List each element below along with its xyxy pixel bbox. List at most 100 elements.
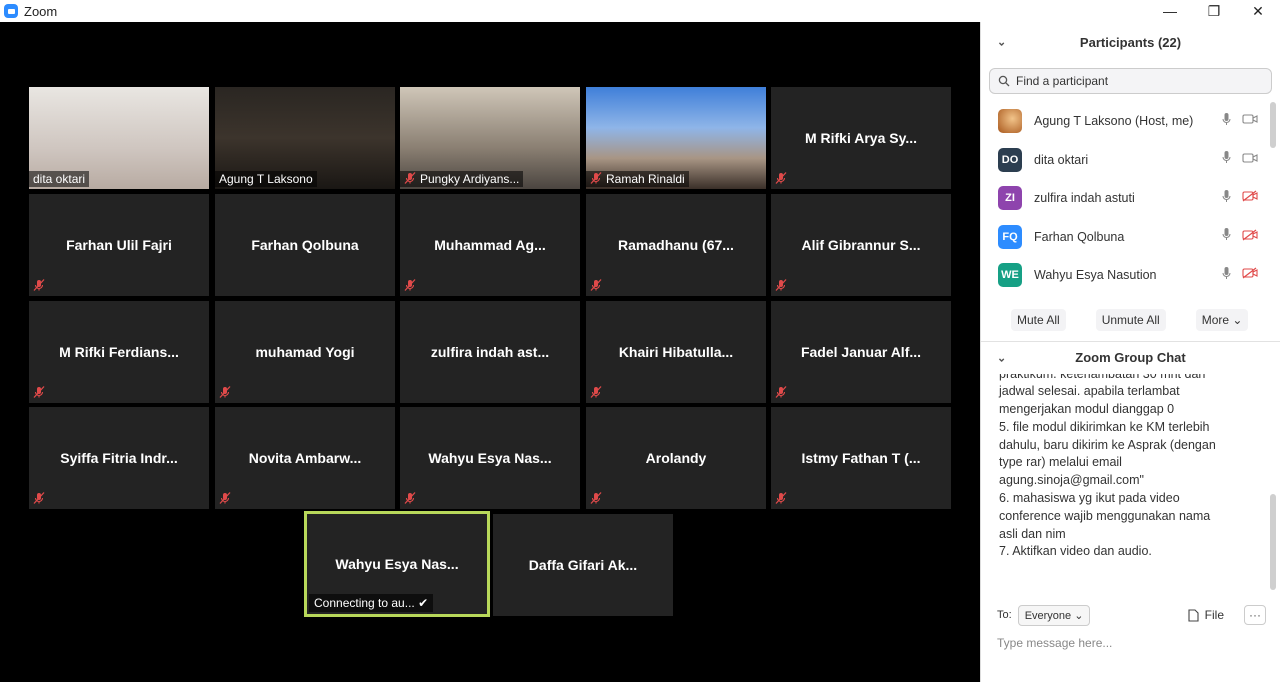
participant-tile[interactable]: Farhan Qolbuna bbox=[215, 194, 395, 296]
muted-mic-icon bbox=[774, 278, 788, 292]
restore-button[interactable]: ❐ bbox=[1192, 0, 1236, 22]
participant-tile[interactable]: M Rifki Arya Sy... bbox=[771, 87, 951, 189]
close-button[interactable]: ✕ bbox=[1236, 0, 1280, 22]
participant-row[interactable]: FQ Farhan Qolbuna bbox=[981, 218, 1280, 257]
participant-list: Agung T Laksono (Host, me) DO dita oktari Z… bbox=[981, 102, 1280, 295]
muted-mic-icon bbox=[774, 171, 788, 185]
participant-tile[interactable]: Alif Gibrannur S... bbox=[771, 194, 951, 296]
search-placeholder: Find a participant bbox=[1016, 74, 1109, 88]
chat-message-line: type rar) melalui email bbox=[999, 455, 1122, 470]
participant-name: Ramadhanu (67... bbox=[618, 237, 734, 253]
participant-scrollbar[interactable] bbox=[1270, 102, 1276, 148]
collapse-chevron-icon[interactable]: ⌄ bbox=[997, 36, 1006, 49]
participant-search-input[interactable]: Find a participant bbox=[989, 68, 1272, 94]
video-off-icon[interactable] bbox=[1242, 228, 1258, 246]
chat-message-line: 5. file modul dikirimkan ke KM terlebih bbox=[999, 419, 1210, 434]
participant-row[interactable]: Agung T Laksono (Host, me) bbox=[981, 102, 1280, 141]
minimize-button[interactable]: — bbox=[1148, 0, 1192, 22]
to-label: To: bbox=[997, 609, 1012, 621]
participant-status-icons bbox=[1221, 227, 1258, 246]
participant-tile[interactable]: Ramah Rinaldi bbox=[586, 87, 766, 189]
unmute-all-button[interactable]: Unmute All bbox=[1095, 308, 1166, 331]
mic-icon[interactable] bbox=[1221, 189, 1232, 208]
participants-title: Participants (22) bbox=[1079, 34, 1182, 50]
file-button[interactable]: File bbox=[1188, 608, 1224, 622]
participant-row[interactable]: WE Wahyu Esya Nasution bbox=[981, 256, 1280, 295]
connecting-status: Connecting to au... ✔ bbox=[309, 594, 434, 612]
more-button[interactable]: More ⌄ bbox=[1195, 308, 1249, 331]
chat-message-line: praktikum. keterlambatan 30 mnt dari bbox=[999, 373, 1206, 381]
participant-status-icons bbox=[1221, 189, 1258, 208]
participant-tile[interactable]: dita oktari bbox=[29, 87, 209, 189]
mic-icon[interactable] bbox=[1221, 150, 1232, 169]
avatar: WE bbox=[998, 263, 1022, 288]
video-off-icon[interactable] bbox=[1242, 189, 1258, 207]
participant-list-name: Agung T Laksono (Host, me) bbox=[1034, 114, 1194, 129]
participant-tile[interactable]: Arolandy bbox=[586, 407, 766, 509]
mic-icon[interactable] bbox=[1221, 266, 1232, 285]
participant-name: Novita Ambarw... bbox=[248, 450, 362, 466]
participant-actions: Mute All Unmute All More ⌄ bbox=[981, 295, 1280, 331]
participant-tile[interactable]: Pungky Ardiyans... bbox=[400, 87, 580, 189]
participant-name: Arolandy bbox=[645, 450, 707, 466]
participant-tile[interactable]: Istmy Fathan T (... bbox=[771, 407, 951, 509]
video-icon[interactable] bbox=[1242, 112, 1258, 130]
recipient-select[interactable]: Everyone ⌄ bbox=[1017, 604, 1091, 626]
participant-tile[interactable]: Wahyu Esya Nas... Connecting to au... ✔ bbox=[304, 511, 490, 617]
participant-tile[interactable]: Syiffa Fitria Indr... bbox=[29, 407, 209, 509]
participant-name: M Rifki Ferdians... bbox=[59, 344, 179, 360]
muted-mic-icon bbox=[774, 385, 788, 399]
mic-icon[interactable] bbox=[1221, 112, 1232, 131]
chat-message-input[interactable]: Type message here... bbox=[981, 630, 1280, 656]
muted-mic-icon bbox=[774, 491, 788, 505]
participant-name: muhamad Yogi bbox=[255, 344, 355, 360]
muted-mic-icon bbox=[32, 385, 46, 399]
participant-row[interactable]: ZI zulfira indah astuti bbox=[981, 179, 1280, 218]
chat-header: ⌄ Zoom Group Chat bbox=[981, 342, 1280, 374]
participant-row[interactable]: DO dita oktari bbox=[981, 141, 1280, 180]
participant-tile[interactable]: Agung T Laksono bbox=[215, 87, 395, 189]
video-icon[interactable] bbox=[1242, 151, 1258, 169]
file-label: File bbox=[1204, 608, 1224, 622]
muted-mic-icon bbox=[218, 491, 232, 505]
participant-status-icons bbox=[1221, 112, 1258, 131]
chat-message-line: agung.sinoja@gmail.com" bbox=[999, 473, 1144, 488]
muted-mic-icon bbox=[589, 171, 603, 185]
participant-list-name: dita oktari bbox=[1034, 152, 1089, 167]
avatar: DO bbox=[998, 147, 1022, 172]
participant-name: Alif Gibrannur S... bbox=[801, 237, 921, 253]
participant-tile[interactable]: Muhammad Ag... bbox=[400, 194, 580, 296]
participant-tile[interactable]: Fadel Januar Alf... bbox=[771, 301, 951, 403]
participant-name-tag: Pungky Ardiyans... bbox=[400, 171, 524, 187]
participant-name: Wahyu Esya Nas... bbox=[335, 556, 459, 572]
muted-mic-icon bbox=[589, 491, 603, 505]
chat-more-button[interactable]: ··· bbox=[1244, 605, 1266, 625]
participant-list-name: Farhan Qolbuna bbox=[1034, 229, 1125, 244]
participant-status-icons bbox=[1221, 266, 1258, 285]
avatar bbox=[998, 109, 1022, 134]
participant-name: Farhan Qolbuna bbox=[251, 237, 359, 253]
chat-scrollbar[interactable] bbox=[1270, 494, 1276, 590]
participant-tile[interactable]: Khairi Hibatulla... bbox=[586, 301, 766, 403]
participant-name: Farhan Ulil Fajri bbox=[66, 237, 172, 253]
search-icon bbox=[998, 75, 1010, 87]
participant-tile[interactable]: Novita Ambarw... bbox=[215, 407, 395, 509]
chat-collapse-chevron-icon[interactable]: ⌄ bbox=[997, 351, 1006, 364]
window-controls: — ❐ ✕ bbox=[1148, 0, 1280, 22]
participant-tile[interactable]: Daffa Gifari Ak... bbox=[493, 514, 673, 616]
participant-list-name: Wahyu Esya Nasution bbox=[1034, 268, 1157, 283]
muted-mic-icon bbox=[218, 385, 232, 399]
chat-message-line: 7. Aktifkan video dan audio. bbox=[999, 544, 1152, 559]
participant-tile[interactable]: zulfira indah ast... bbox=[400, 301, 580, 403]
participant-tile[interactable]: muhamad Yogi bbox=[215, 301, 395, 403]
participant-tile[interactable]: Wahyu Esya Nas... bbox=[400, 407, 580, 509]
participant-tile[interactable]: Ramadhanu (67... bbox=[586, 194, 766, 296]
video-off-icon[interactable] bbox=[1242, 266, 1258, 284]
mute-all-button[interactable]: Mute All bbox=[1011, 308, 1066, 331]
chat-message-line: jadwal selesai. apabila terlambat bbox=[999, 384, 1180, 399]
participant-tile[interactable]: Farhan Ulil Fajri bbox=[29, 194, 209, 296]
mic-icon[interactable] bbox=[1221, 227, 1232, 246]
participant-tile[interactable]: M Rifki Ferdians... bbox=[29, 301, 209, 403]
chat-message-line: 6. mahasiswa yg ikut pada video bbox=[999, 491, 1180, 506]
participant-name: Syiffa Fitria Indr... bbox=[60, 450, 178, 466]
